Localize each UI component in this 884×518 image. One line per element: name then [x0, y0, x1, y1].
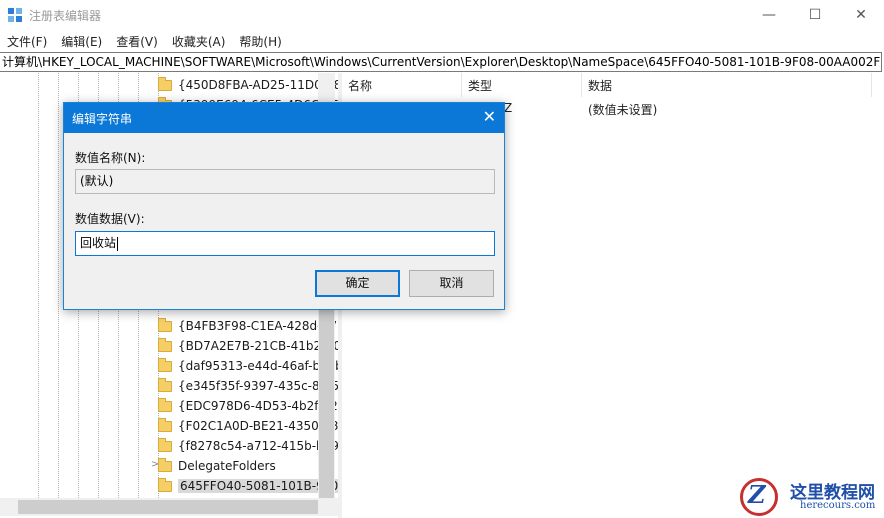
- tree-item-label: {e345f35f-9397-435c-8f95-4e922c26259e}: [178, 379, 338, 393]
- menu-favorites[interactable]: 收藏夹(A): [165, 30, 233, 52]
- maximize-button[interactable]: ☐: [792, 0, 838, 30]
- tree-item[interactable]: {EDC978D6-4D53-4b2f-A265-5805674BE568}: [158, 396, 338, 416]
- tree-item-selected[interactable]: 645FFO40-5081-101B-9F08-00AA002F954E: [158, 476, 338, 496]
- window-title: 注册表编辑器: [29, 9, 102, 23]
- tree-item[interactable]: {BD7A2E7B-21CB-41b2-A086-B309680C6B7E}: [158, 336, 338, 356]
- folder-icon: [158, 437, 172, 452]
- dialog-title-bar: 编辑字符串 ✕: [64, 103, 504, 133]
- tree-item-label: {daf95313-e44d-46af-be1b-cbacea2c3065}: [178, 359, 338, 373]
- tree-item[interactable]: {B4FB3F98-C1EA-428d-A78A-D1F5659CBA93}: [158, 316, 338, 336]
- address-bar[interactable]: 计算机\HKEY_LOCAL_MACHINE\SOFTWARE\Microsof…: [0, 52, 882, 72]
- dialog-title: 编辑字符串: [72, 112, 133, 126]
- title-bar: 注册表编辑器 — ☐ ✕: [0, 0, 884, 30]
- folder-icon: [158, 457, 172, 472]
- tree-horizontal-scroll-thumb[interactable]: [18, 500, 318, 514]
- minimize-button[interactable]: —: [746, 0, 792, 30]
- tree-guide-line: [58, 73, 60, 498]
- edit-string-dialog: 编辑字符串 ✕ 数值名称(N): (默认) 数值数据(V): 回收站 确定 取消: [63, 102, 505, 310]
- value-data-label: 数值数据(V):: [75, 212, 145, 226]
- tree-item-label: {EDC978D6-4D53-4b2f-A265-5805674BE568}: [178, 399, 338, 413]
- value-type-cell[interactable]: Z: [504, 101, 512, 115]
- menu-bar: 文件(F) 编辑(E) 查看(V) 收藏夹(A) 帮助(H): [0, 30, 884, 52]
- tree-item[interactable]: {e345f35f-9397-435c-8f95-4e922c26259e}: [158, 376, 338, 396]
- cancel-button[interactable]: 取消: [409, 270, 494, 297]
- value-data-cell[interactable]: (数值未设置): [588, 101, 657, 118]
- tree-item[interactable]: {F02C1A0D-BE21-4350-88B0-7367FC96EF3C}: [158, 416, 338, 436]
- value-name-field: (默认): [75, 169, 495, 194]
- tree-item-label: DelegateFolders: [178, 459, 276, 473]
- menu-help[interactable]: 帮助(H): [232, 30, 288, 52]
- folder-icon: [158, 377, 172, 392]
- menu-file[interactable]: 文件(F): [0, 30, 54, 52]
- watermark-logo: Z 这里教程网 herecours.com: [736, 476, 884, 518]
- menu-view[interactable]: 查看(V): [109, 30, 165, 52]
- column-header-name[interactable]: 名称: [342, 73, 462, 97]
- tree-item[interactable]: {daf95313-e44d-46af-be1b-cbacea2c3065}: [158, 356, 338, 376]
- close-button[interactable]: ✕: [838, 0, 884, 30]
- folder-icon: [158, 417, 172, 432]
- watermark-url: herecours.com: [800, 500, 876, 511]
- folder-icon: [158, 397, 172, 412]
- tree-item[interactable]: DelegateFolders: [158, 456, 276, 476]
- close-icon[interactable]: ✕: [483, 107, 496, 126]
- folder-icon: [158, 477, 172, 492]
- value-data-input[interactable]: 回收站: [75, 231, 495, 256]
- folder-icon: [158, 76, 172, 91]
- value-name-label: 数值名称(N):: [75, 151, 146, 165]
- regedit-icon: [8, 8, 22, 22]
- value-data-text: 回收站: [80, 236, 117, 250]
- tree-guide-line: [38, 73, 40, 498]
- watermark-letter: Z: [748, 480, 766, 509]
- tree-item-label: {F02C1A0D-BE21-4350-88B0-7367FC96EF3C}: [178, 419, 338, 433]
- folder-icon: [158, 337, 172, 352]
- column-header-type[interactable]: 类型: [462, 73, 582, 97]
- column-header-data[interactable]: 数据: [582, 73, 872, 97]
- tree-item-label: 645FFO40-5081-101B-9F08-00AA002F954E: [178, 479, 338, 493]
- tree-item[interactable]: {450D8FBA-AD25-11D0-98A8-0800361B1103}: [158, 75, 338, 95]
- text-caret: [117, 236, 119, 251]
- folder-icon: [158, 357, 172, 372]
- tree-item-label: {f8278c54-a712-415b-b593-b77a2be0dda9}: [178, 439, 338, 453]
- folder-icon: [158, 317, 172, 332]
- tree-item-label: {BD7A2E7B-21CB-41b2-A086-B309680C6B7E}: [178, 339, 338, 353]
- ok-button[interactable]: 确定: [315, 270, 400, 297]
- tree-item[interactable]: {f8278c54-a712-415b-b593-b77a2be0dda9}: [158, 436, 338, 456]
- tree-item-label: {B4FB3F98-C1EA-428d-A78A-D1F5659CBA93}: [178, 319, 338, 333]
- tree-item-label: {450D8FBA-AD25-11D0-98A8-0800361B1103}: [178, 78, 338, 92]
- menu-edit[interactable]: 编辑(E): [54, 30, 109, 52]
